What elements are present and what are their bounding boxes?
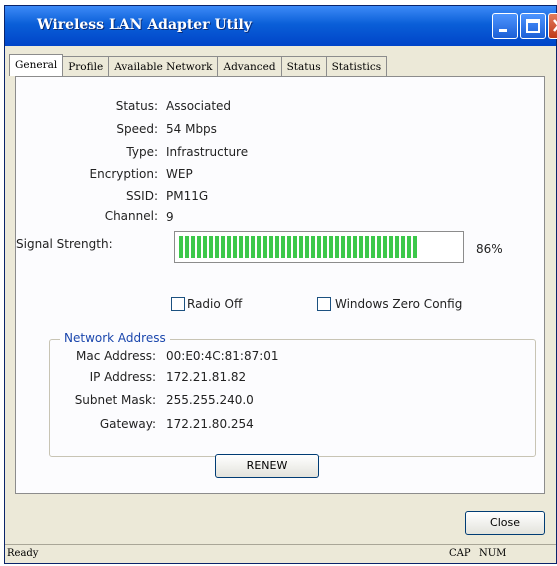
general-panel: Status: Associated Speed: 54 Mbps Type: … [15, 76, 545, 494]
signal-segment [401, 236, 405, 258]
signal-segment [323, 236, 327, 258]
radio-off-checkbox[interactable] [171, 297, 185, 311]
tab-strip: General Profile Available Network Advanc… [9, 54, 388, 76]
windows-zero-config-checkbox[interactable] [317, 297, 331, 311]
mac-address-label: Mac Address: [76, 349, 156, 363]
signal-segment [293, 236, 297, 258]
tab-available-network[interactable]: Available Network [108, 56, 219, 76]
signal-segment [353, 236, 357, 258]
ssid-label: SSID: [125, 189, 158, 203]
signal-segment [347, 236, 351, 258]
signal-segment [227, 236, 231, 258]
gateway-label: Gateway: [99, 417, 156, 431]
radio-off-label: Radio Off [187, 297, 243, 311]
maximize-button[interactable] [520, 13, 546, 39]
signal-segment [413, 236, 417, 258]
num-lock-indicator: NUM [479, 548, 507, 559]
status-bar: Ready CAP NUM [5, 544, 556, 566]
status-value: Associated [166, 99, 232, 113]
signal-segment [359, 236, 363, 258]
signal-segment [299, 236, 303, 258]
signal-strength-fill [179, 236, 419, 258]
signal-segment [251, 236, 255, 258]
signal-segment [281, 236, 285, 258]
subnet-mask-label: Subnet Mask: [74, 393, 156, 407]
close-window-button[interactable] [548, 13, 557, 39]
encryption-label: Encryption: [89, 167, 158, 181]
signal-segment [197, 236, 201, 258]
window-title: Wireless LAN Adapter Utily [37, 17, 252, 33]
ip-address-label: IP Address: [89, 370, 156, 384]
status-text: Ready [7, 548, 39, 559]
signal-segment [203, 236, 207, 258]
gateway-value: 172.21.80.254 [166, 417, 254, 431]
main-window: Wireless LAN Adapter Utily General Profi… [4, 5, 557, 564]
caps-lock-indicator: CAP [449, 548, 471, 559]
signal-strength-value: 86% [476, 242, 503, 256]
signal-segment [389, 236, 393, 258]
type-label: Type: [126, 145, 158, 159]
tab-general[interactable]: General [9, 54, 64, 76]
speed-label: Speed: [116, 122, 158, 136]
tab-advanced[interactable]: Advanced [217, 56, 282, 76]
signal-segment [209, 236, 213, 258]
tab-status[interactable]: Status [280, 56, 327, 76]
signal-segment [305, 236, 309, 258]
tab-statistics[interactable]: Statistics [325, 56, 388, 76]
signal-segment [377, 236, 381, 258]
signal-segment [179, 236, 183, 258]
signal-segment [245, 236, 249, 258]
signal-segment [233, 236, 237, 258]
signal-segment [383, 236, 387, 258]
signal-segment [395, 236, 399, 258]
close-button[interactable]: Close [465, 511, 545, 535]
signal-segment [407, 236, 411, 258]
signal-segment [287, 236, 291, 258]
signal-segment [335, 236, 339, 258]
signal-segment [263, 236, 267, 258]
maximize-icon [526, 19, 540, 33]
type-value: Infrastructure [166, 145, 249, 159]
signal-segment [215, 236, 219, 258]
speed-value: 54 Mbps [166, 122, 217, 136]
mac-address-value: 00:E0:4C:81:87:01 [166, 349, 279, 363]
signal-segment [191, 236, 195, 258]
encryption-value: WEP [166, 167, 193, 181]
channel-value: 9 [166, 210, 174, 224]
ip-address-value: 172.21.81.82 [166, 370, 247, 384]
network-address-title: Network Address [60, 331, 170, 345]
title-bar[interactable]: Wireless LAN Adapter Utily [5, 6, 557, 46]
signal-segment [239, 236, 243, 258]
signal-segment [329, 236, 333, 258]
signal-segment [221, 236, 225, 258]
ssid-value: PM11G [166, 189, 209, 203]
signal-strength-label: Signal Strength: [16, 237, 113, 251]
renew-button[interactable]: RENEW [215, 454, 319, 478]
signal-segment [185, 236, 189, 258]
channel-label: Channel: [104, 209, 158, 223]
tab-profile[interactable]: Profile [62, 56, 110, 76]
signal-segment [257, 236, 261, 258]
signal-segment [317, 236, 321, 258]
signal-strength-bar [174, 231, 464, 263]
close-icon [553, 19, 557, 32]
signal-segment [365, 236, 369, 258]
signal-segment [371, 236, 375, 258]
signal-segment [275, 236, 279, 258]
signal-segment [341, 236, 345, 258]
signal-segment [311, 236, 315, 258]
signal-segment [269, 236, 273, 258]
minimize-button[interactable] [492, 13, 518, 39]
minimize-icon [499, 29, 507, 32]
status-label: Status: [115, 99, 158, 113]
subnet-mask-value: 255.255.240.0 [166, 393, 254, 407]
windows-zero-config-label: Windows Zero Config [335, 297, 463, 311]
